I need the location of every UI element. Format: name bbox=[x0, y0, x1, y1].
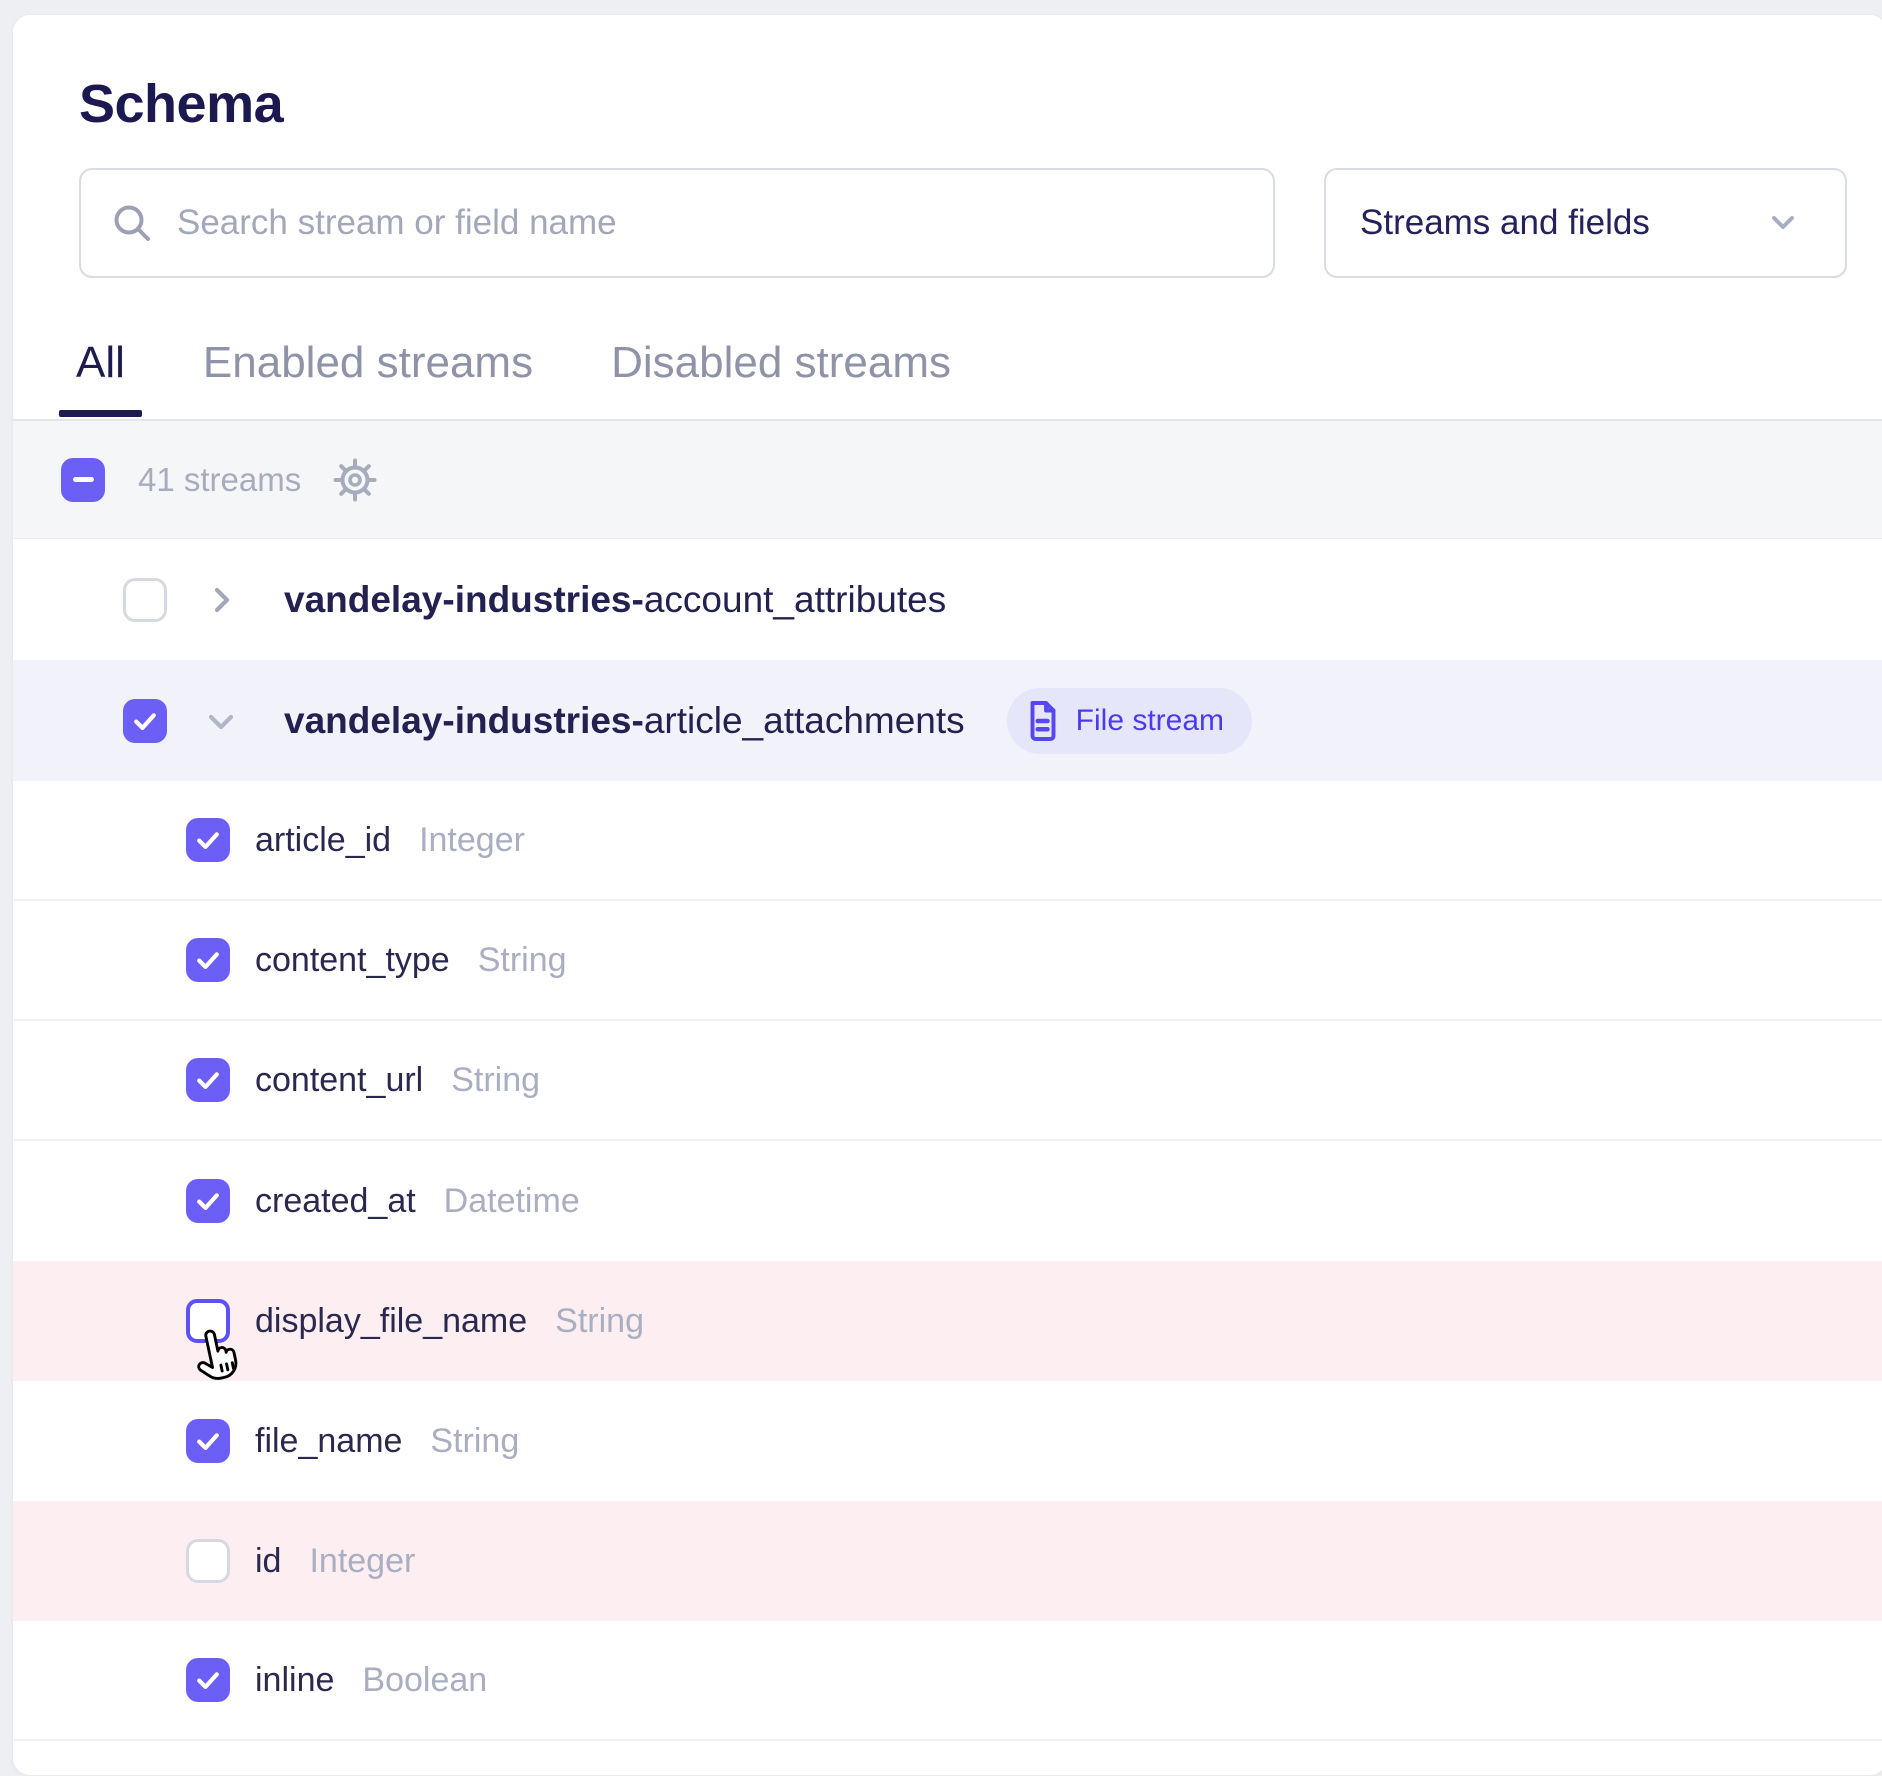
field-type: Datetime bbox=[444, 1182, 580, 1221]
field-checkbox[interactable] bbox=[186, 938, 230, 982]
field-checkbox[interactable] bbox=[186, 1299, 230, 1343]
field-row-content-url[interactable]: content_url String bbox=[13, 1021, 1882, 1141]
field-type: String bbox=[451, 1061, 540, 1100]
stream-name-suffix: account_attributes bbox=[644, 579, 946, 620]
field-type: String bbox=[555, 1302, 644, 1341]
field-type: String bbox=[478, 941, 567, 980]
field-name: created_at bbox=[255, 1182, 416, 1221]
field-checkbox[interactable] bbox=[186, 1058, 230, 1102]
stream-row-account-attributes[interactable]: vandelay-industries-account_attributes bbox=[13, 539, 1882, 660]
stream-name: vandelay-industries-account_attributes bbox=[284, 579, 946, 621]
schema-card: Schema Streams and fields All Enabled st… bbox=[12, 14, 1882, 1776]
badge-label: File stream bbox=[1076, 704, 1224, 738]
field-row-inline[interactable]: inline Boolean bbox=[13, 1621, 1882, 1741]
tab-all[interactable]: All bbox=[59, 307, 142, 419]
stream-name-prefix: vandelay-industries- bbox=[284, 700, 644, 741]
tab-enabled-streams[interactable]: Enabled streams bbox=[186, 307, 550, 419]
field-row-display-file-name[interactable]: display_file_name String bbox=[13, 1261, 1882, 1381]
view-mode-dropdown[interactable]: Streams and fields bbox=[1324, 168, 1847, 278]
chevron-down-icon[interactable] bbox=[204, 704, 238, 738]
field-row-id[interactable]: id Integer bbox=[13, 1501, 1882, 1621]
stream-checkbox[interactable] bbox=[123, 578, 167, 622]
indeterminate-dash-icon bbox=[73, 477, 94, 482]
chevron-right-icon[interactable] bbox=[204, 583, 238, 617]
field-row-content-type[interactable]: content_type String bbox=[13, 901, 1882, 1021]
stream-row-article-attachments[interactable]: vandelay-industries-article_attachments … bbox=[13, 660, 1882, 781]
field-name: id bbox=[255, 1542, 281, 1581]
field-type: String bbox=[430, 1422, 519, 1461]
page-title: Schema bbox=[79, 73, 283, 135]
search-icon bbox=[109, 200, 155, 246]
stream-filter-tabs: All Enabled streams Disabled streams bbox=[13, 307, 1882, 421]
search-input[interactable] bbox=[175, 202, 1249, 244]
field-name: inline bbox=[255, 1661, 334, 1700]
field-checkbox[interactable] bbox=[186, 1419, 230, 1463]
field-checkbox[interactable] bbox=[186, 818, 230, 862]
field-type: Boolean bbox=[362, 1661, 487, 1700]
file-stream-badge: File stream bbox=[1007, 688, 1252, 754]
field-name: content_type bbox=[255, 941, 450, 980]
field-type: Integer bbox=[419, 821, 525, 860]
select-all-bar: 41 streams bbox=[13, 421, 1882, 539]
view-mode-value: Streams and fields bbox=[1360, 203, 1650, 243]
field-name: display_file_name bbox=[255, 1302, 527, 1341]
select-all-checkbox[interactable] bbox=[61, 458, 105, 502]
field-checkbox[interactable] bbox=[186, 1179, 230, 1223]
stream-name: vandelay-industries-article_attachments bbox=[284, 700, 965, 742]
gear-icon[interactable] bbox=[331, 456, 379, 504]
file-document-icon bbox=[1025, 700, 1061, 742]
controls-row: Streams and fields bbox=[13, 168, 1882, 278]
field-name: article_id bbox=[255, 821, 391, 860]
field-row-created-at[interactable]: created_at Datetime bbox=[13, 1141, 1882, 1261]
field-name: file_name bbox=[255, 1422, 402, 1461]
field-row-file-name[interactable]: file_name String bbox=[13, 1381, 1882, 1501]
field-checkbox[interactable] bbox=[186, 1658, 230, 1702]
field-row-article-id[interactable]: article_id Integer bbox=[13, 781, 1882, 901]
chevron-down-icon bbox=[1765, 211, 1801, 235]
stream-name-suffix: article_attachments bbox=[644, 700, 965, 741]
field-name: content_url bbox=[255, 1061, 423, 1100]
schema-rows: vandelay-industries-account_attributes v… bbox=[13, 539, 1882, 1741]
field-checkbox[interactable] bbox=[186, 1539, 230, 1583]
tab-disabled-streams[interactable]: Disabled streams bbox=[594, 307, 968, 419]
stream-name-prefix: vandelay-industries- bbox=[284, 579, 644, 620]
stream-checkbox[interactable] bbox=[123, 699, 167, 743]
search-box[interactable] bbox=[79, 168, 1275, 278]
stream-count: 41 streams bbox=[138, 461, 301, 499]
field-type: Integer bbox=[309, 1542, 415, 1581]
